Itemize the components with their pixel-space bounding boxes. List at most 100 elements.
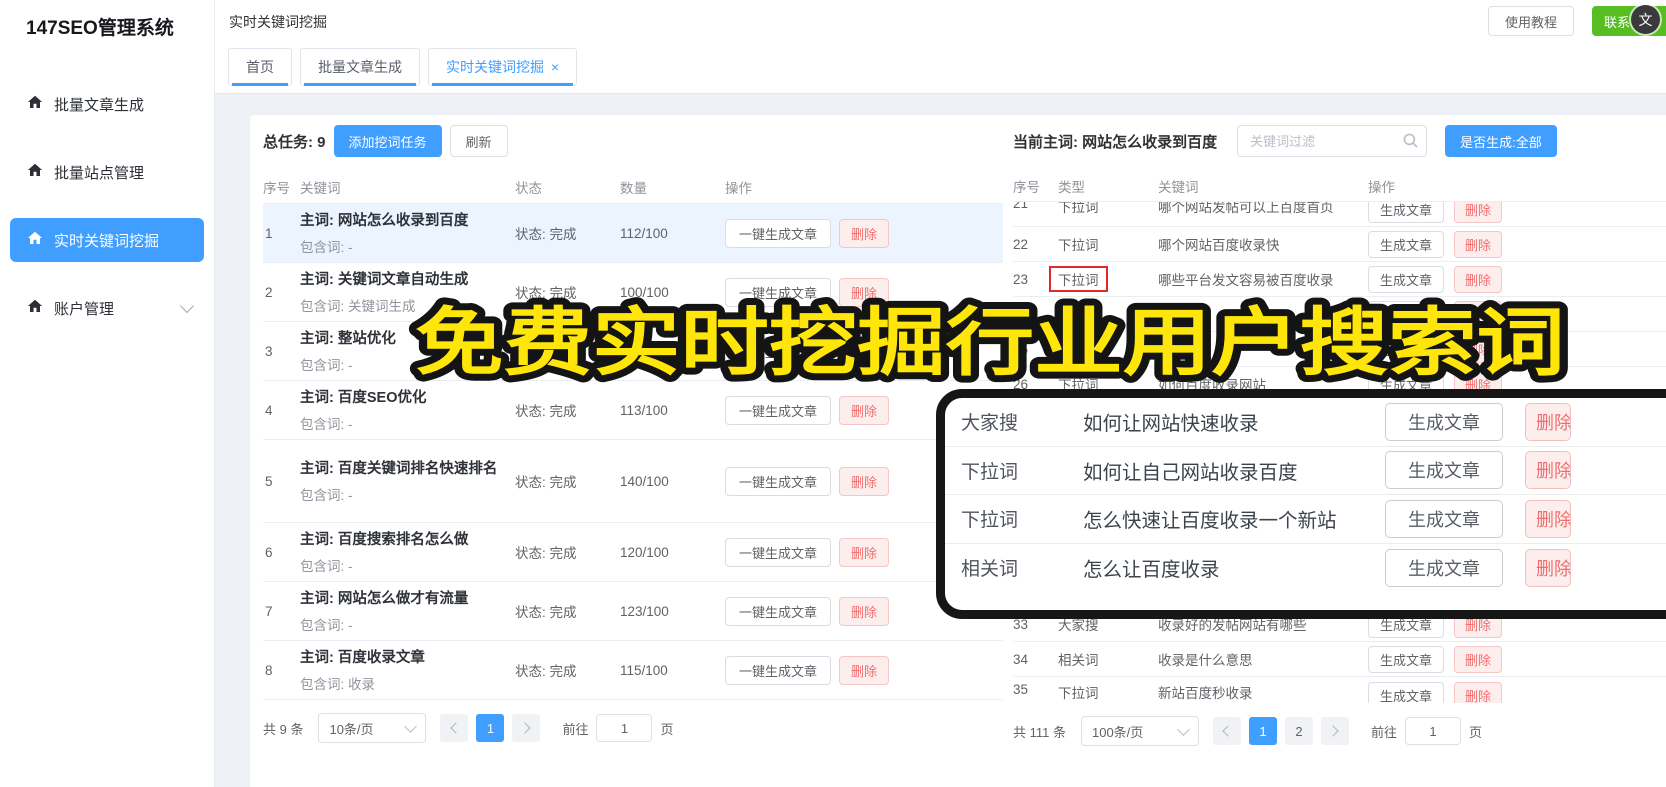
chevron-left-icon [1222,725,1235,737]
inset-row: 大家搜 如何让网站快速收录 生成文章 删除 [945,398,1666,447]
type-label: 下拉词 [961,461,1019,483]
page-size-select[interactable]: 10条/页 [318,713,427,743]
status-cell: 状态: 完成 [515,345,577,360]
refresh-button[interactable]: 刷新 [449,125,508,157]
delete-button[interactable]: 删除 [1525,402,1571,441]
magnified-rows-inset: 大家搜 如何让网站快速收录 生成文章 删除 下拉词 如何让自己网站收录百度 生成文章 删除 下拉… [936,389,1666,619]
task-row[interactable]: 7 主词: 网站怎么做才有流量 包含词: - 状态: 完成 123/100 一键生成文章删… [263,582,1003,641]
generate-article-button[interactable]: 一键生成文章 [725,655,832,685]
delete-button[interactable]: 删除 [1454,335,1503,363]
delete-button[interactable]: 删除 [839,395,890,425]
generate-article-button[interactable]: 一键生成文章 [725,537,832,567]
prev-page-button[interactable] [440,714,469,742]
delete-button[interactable]: 删除 [839,218,890,248]
sidebar-item-3[interactable]: 账户管理 [10,286,204,330]
task-row[interactable]: 2 主词: 关键词文章自动生成 包含词: 关键词生成 状态: 完成 100/100 一键生… [263,263,1003,322]
delete-button[interactable]: 删除 [1454,230,1503,258]
generate-article-button[interactable]: 生成文章 [1368,682,1445,703]
delete-button[interactable]: 删除 [1454,265,1503,293]
chevron-left-icon [450,722,462,734]
sidebar-item-2[interactable]: 实时关键词挖掘 [10,218,204,262]
generate-article-button[interactable]: 生成文章 [1368,202,1445,223]
delete-button[interactable]: 删除 [1525,451,1571,490]
type-label: 大家搜 [961,413,1019,435]
task-row[interactable]: 8 主词: 百度收录文章 包含词: 收录 状态: 完成 115/100 一键生成文章 删除 [263,641,1003,700]
generate-article-button[interactable]: 生成文章 [1368,265,1445,293]
quantity-cell: 115/100 [620,662,668,678]
generate-article-button[interactable]: 生成文章 [1368,335,1445,363]
generate-article-button[interactable]: 一键生成文章 [725,277,832,307]
prev-page-button[interactable] [1212,717,1241,745]
generate-article-button[interactable]: 生成文章 [1385,402,1503,441]
tab-0[interactable]: 首页 [228,48,292,86]
keyword-cell: 主词: 百度关键词排名快速排名 包含词: - [300,459,515,504]
sidebar-item-0[interactable]: 批量文章生成 [10,82,204,126]
chevron-down-icon [404,720,418,733]
generate-article-button[interactable]: 一键生成文章 [725,596,832,626]
delete-button[interactable]: 删除 [839,336,890,366]
close-icon[interactable]: × [551,59,559,75]
keyword-filter-input[interactable] [1237,125,1428,157]
add-task-button[interactable]: 添加挖词任务 [333,125,442,157]
keyword-row: 23 下拉词 哪些平台发文容易被百度收录 生成文章 删除 [1013,262,1666,297]
generate-article-button[interactable]: 生成文章 [1368,300,1445,328]
task-row[interactable]: 5 主词: 百度关键词排名快速排名 包含词: - 状态: 完成 140/100 一键生成文… [263,440,1003,523]
quantity-cell: 113/100 [620,402,668,418]
delete-button[interactable]: 删除 [1454,645,1503,673]
delete-button[interactable]: 删除 [839,466,890,496]
actions-cell: 一键生成文章 删除 [725,655,1003,685]
delete-button[interactable]: 删除 [839,596,890,626]
generate-article-button[interactable]: 一键生成文章 [725,395,832,425]
task-row[interactable]: 6 主词: 百度搜索排名怎么做 包含词: - 状态: 完成 120/100 一键生成文章删… [263,523,1003,582]
delete-button[interactable]: 删除 [839,537,890,567]
type-label: 相关词 [961,559,1019,581]
keyword-row: 34 相关词 收录是什么意思 生成文章 删除 [1013,642,1666,677]
goto-page-input[interactable] [596,714,653,742]
generate-article-button[interactable]: 生成文章 [1385,499,1503,538]
page-size-select[interactable]: 100条/页 [1080,716,1199,746]
generate-article-button[interactable]: 生成文章 [1368,230,1445,258]
page-number-button[interactable]: 1 [1248,717,1277,745]
keyword-cell: 主词: 百度SEO优化 包含词: - [300,388,515,433]
home-icon [27,162,43,182]
delete-button[interactable]: 删除 [1454,202,1503,223]
delete-button[interactable]: 删除 [839,277,890,307]
next-page-button[interactable] [1320,717,1349,745]
next-page-button[interactable] [512,714,541,742]
task-row[interactable]: 3 主词: 整站优化 包含词: - 状态: 完成 一键生成文章 删除 [263,322,1003,381]
tab-1[interactable]: 批量文章生成 [300,48,420,86]
tab-2[interactable]: 实时关键词挖掘 × [428,48,578,86]
row-number: 4 [265,402,273,418]
generate-article-button[interactable]: 生成文章 [1385,548,1503,587]
generate-article-button[interactable]: 生成文章 [1385,451,1503,490]
type-cell: 下拉词 [1058,202,1158,216]
delete-button[interactable]: 删除 [1525,548,1571,587]
tutorial-button[interactable]: 使用教程 [1487,6,1574,36]
task-row[interactable]: 1 主词: 网站怎么收录到百度 包含词: - 状态: 完成 112/100 一键生成文章删… [263,204,1003,263]
status-cell: 状态: 完成 [515,546,577,561]
keyword-cell: 主词: 网站怎么收录到百度 包含词: - [300,211,515,256]
actions-cell: 生成文章 删除 [1368,300,1666,328]
row-number: 22 [1013,236,1029,252]
generate-article-button[interactable]: 一键生成文章 [725,218,832,248]
sidebar-item-label: 批量站点管理 [54,164,145,182]
generate-article-button[interactable]: 生成文章 [1368,645,1445,673]
translate-icon[interactable]: 文 [1631,5,1660,34]
generate-article-button[interactable]: 一键生成文章 [725,466,832,496]
generate-all-button[interactable]: 是否生成:全部 [1445,125,1557,157]
delete-button[interactable]: 删除 [1525,499,1571,538]
row-number: 3 [265,343,273,359]
delete-button[interactable]: 删除 [1454,300,1503,328]
page-number-button[interactable]: 2 [1284,717,1313,745]
quantity-cell: 140/100 [620,473,669,489]
generate-article-button[interactable]: 一键生成文章 [725,336,832,366]
delete-button[interactable]: 删除 [1454,682,1503,703]
page-number-button[interactable]: 1 [476,714,505,742]
row-number: 24 [1013,306,1029,322]
sidebar-item-1[interactable]: 批量站点管理 [10,150,204,194]
type-label: 下拉词 [1058,686,1099,701]
keyword-main: 主词: 关键词文章自动生成 [300,271,469,288]
delete-button[interactable]: 删除 [839,655,890,685]
goto-page-input[interactable] [1405,717,1461,745]
task-row[interactable]: 4 主词: 百度SEO优化 包含词: - 状态: 完成 113/100 一键生成文章 删除 [263,381,1003,440]
